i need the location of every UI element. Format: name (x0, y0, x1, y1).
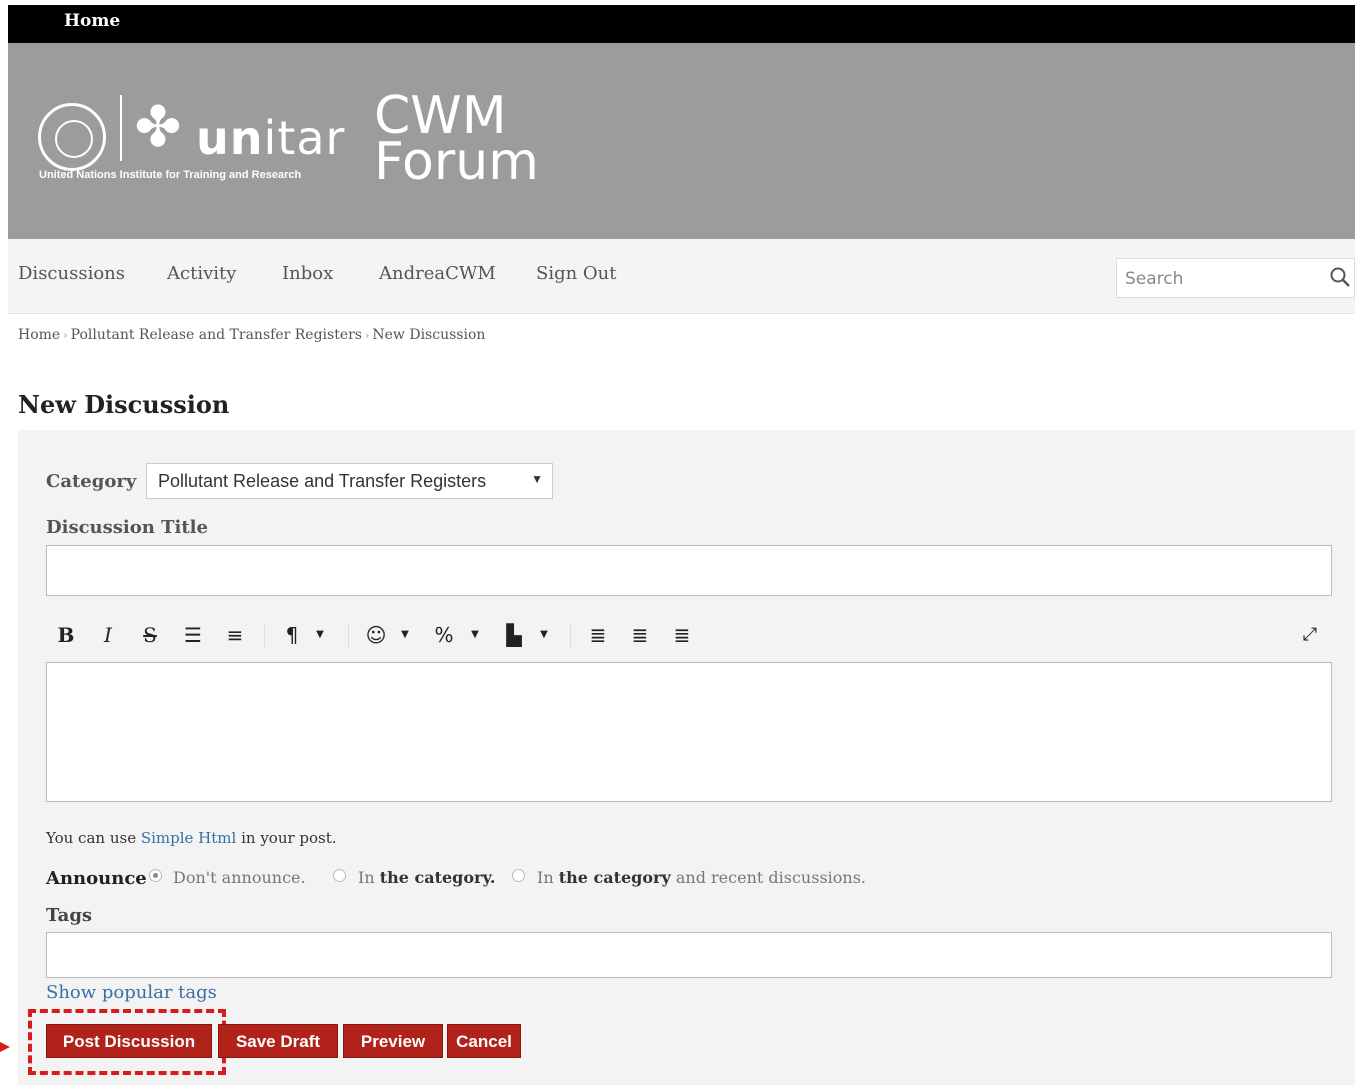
category-label: Category (46, 471, 137, 492)
site-title-line2: Forum (374, 132, 539, 192)
site-banner: ✤ unitar United Nations Institute for Tr… (8, 43, 1355, 239)
page-title: New Discussion (18, 390, 230, 419)
editor-toolbar: B I S ☰ ≡ ¶ ▼ ☺ ▼ % ▼ ▙ ▼ ≣ ≣ ≣ ⤢ (46, 620, 1332, 652)
nav-sign-out[interactable]: Sign Out (536, 263, 617, 284)
announce-radio-none[interactable] (149, 869, 162, 882)
tags-label: Tags (46, 905, 93, 926)
chevron-down-icon[interactable]: ▼ (469, 620, 481, 650)
breadcrumb-home[interactable]: Home (18, 327, 60, 343)
category-select[interactable]: Pollutant Release and Transfer Registers… (146, 463, 553, 499)
breadcrumb-separator: › (63, 329, 68, 342)
announce-option-recent-label: In the category and recent discussions. (537, 868, 866, 887)
discussion-title-label: Discussion Title (46, 517, 208, 538)
nav-discussions[interactable]: Discussions (18, 263, 125, 284)
breadcrumb-category[interactable]: Pollutant Release and Transfer Registers (71, 327, 362, 343)
toolbar-divider (264, 624, 265, 648)
align-left-icon[interactable]: ≣ (586, 620, 610, 650)
italic-icon[interactable]: I (96, 620, 120, 650)
save-draft-button[interactable]: Save Draft (218, 1024, 338, 1058)
tags-input[interactable] (46, 932, 1332, 978)
category-select-value: Pollutant Release and Transfer Registers (158, 471, 487, 491)
breadcrumb-current: New Discussion (372, 327, 486, 343)
unitar-bird-icon: ✤ (134, 95, 182, 160)
option-text-bold: the category (379, 868, 490, 887)
discussion-body-editor[interactable] (46, 662, 1332, 802)
nav-activity[interactable]: Activity (167, 263, 236, 284)
chevron-down-icon[interactable]: ▼ (399, 620, 411, 650)
un-emblem-icon (38, 103, 106, 171)
hint-prefix: You can use (46, 829, 141, 847)
top-home-link[interactable]: Home (64, 11, 120, 31)
post-discussion-button[interactable]: Post Discussion (46, 1024, 212, 1058)
hint-suffix: in your post. (236, 829, 337, 847)
image-icon[interactable]: ▙ (502, 620, 526, 650)
toolbar-divider (570, 624, 571, 648)
chevron-down-icon[interactable]: ▼ (314, 620, 326, 650)
announce-option-none-label: Don't announce. (173, 868, 306, 887)
strikethrough-icon[interactable]: S (138, 620, 162, 650)
option-text-end: and recent discussions. (670, 868, 866, 887)
logo-divider (120, 95, 122, 161)
option-text-end: . (489, 868, 496, 887)
bullet-list-icon[interactable]: ≡ (222, 620, 248, 650)
fullscreen-icon[interactable]: ⤢ (1298, 620, 1322, 650)
show-popular-tags-link[interactable]: Show popular tags (46, 982, 217, 1003)
breadcrumb-separator: › (364, 329, 370, 342)
unitar-logo[interactable]: unitar (196, 115, 345, 161)
main-nav: Discussions Activity Inbox AndreaCWM Sig… (8, 239, 1355, 314)
search-input[interactable] (1123, 267, 1317, 291)
simple-html-link[interactable]: Simple Html (141, 829, 236, 847)
announce-label: Announce (46, 868, 147, 889)
discussion-title-input[interactable] (46, 545, 1332, 596)
search-box (1116, 258, 1355, 298)
ordered-list-icon[interactable]: ☰ (180, 620, 206, 650)
option-text-bold: the category (558, 868, 671, 887)
emoji-icon[interactable]: ☺ (364, 620, 388, 650)
arrow-pointer-icon (0, 1042, 10, 1052)
toolbar-divider (348, 624, 349, 648)
nav-profile[interactable]: AndreaCWM (379, 263, 496, 284)
chevron-down-icon[interactable]: ▼ (538, 620, 550, 650)
logo-word-bold: un (196, 111, 264, 165)
announce-option-category-label: In the category. (358, 868, 496, 887)
search-icon[interactable] (1328, 265, 1352, 289)
logo-subtitle: United Nations Institute for Training an… (39, 169, 302, 181)
option-text: In (537, 868, 559, 887)
align-right-icon[interactable]: ≣ (670, 620, 694, 650)
nav-inbox[interactable]: Inbox (282, 263, 333, 284)
option-text: In (358, 868, 380, 887)
bold-icon[interactable]: B (54, 620, 78, 650)
link-icon[interactable]: % (432, 620, 456, 650)
align-center-icon[interactable]: ≣ (628, 620, 652, 650)
chevron-down-icon: ▼ (531, 472, 543, 486)
announce-radio-category[interactable] (333, 869, 346, 882)
preview-button[interactable]: Preview (343, 1024, 443, 1058)
site-title[interactable]: CWM Forum (374, 90, 539, 192)
paragraph-format-icon[interactable]: ¶ (280, 620, 304, 650)
top-bar: Home (8, 5, 1355, 43)
announce-radio-category-recent[interactable] (512, 869, 525, 882)
cancel-button[interactable]: Cancel (447, 1024, 521, 1058)
logo-word-thin: itar (263, 111, 346, 165)
html-hint: You can use Simple Html in your post. (46, 829, 337, 847)
breadcrumb: Home › Pollutant Release and Transfer Regi… (18, 327, 485, 343)
